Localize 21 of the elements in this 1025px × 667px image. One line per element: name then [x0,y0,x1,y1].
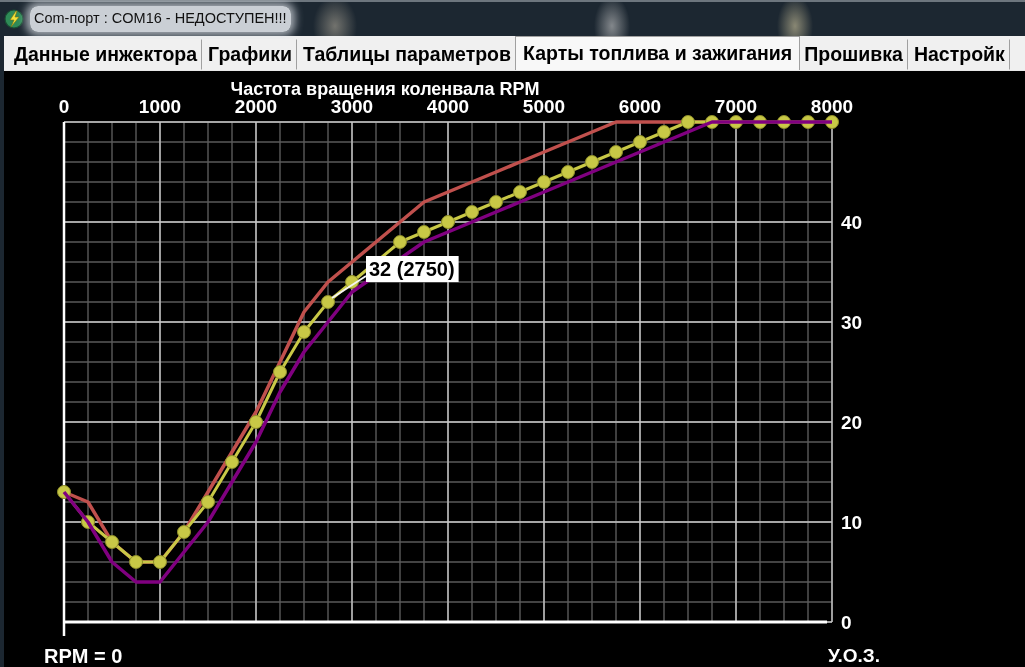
leader-line [331,275,367,299]
y-tick-label: 40 [841,212,863,233]
x-tick-label: 1000 [138,96,182,117]
y-tick-label: 30 [841,312,863,333]
x-tick-label: 0 [58,96,70,117]
x-tick-label: 6000 [618,96,662,117]
y-tick-label: 10 [841,512,863,533]
x-tick-label: 5000 [522,96,566,117]
x-tick-label: 4000 [426,96,470,117]
y-axis-title: У.О.З. [828,645,880,666]
y-tick-label: 20 [841,412,863,433]
x-tick-label: 7000 [714,96,758,117]
window-title: Com-порт : COM16 - НЕДОСТУПЕН!!! [30,6,291,32]
rpm-readout: RPM = 0 [44,645,123,667]
x-tick-label: 8000 [810,96,854,117]
x-tick-label: 2000 [234,96,278,117]
app-icon [4,9,24,29]
y-tick-label: 0 [841,612,852,633]
tab[interactable]: Карты топлива и зажигания [515,36,801,70]
x-axis-title: Частота вращения коленвала RPM [230,79,540,99]
value-callout: 32 (2750) [366,256,459,282]
